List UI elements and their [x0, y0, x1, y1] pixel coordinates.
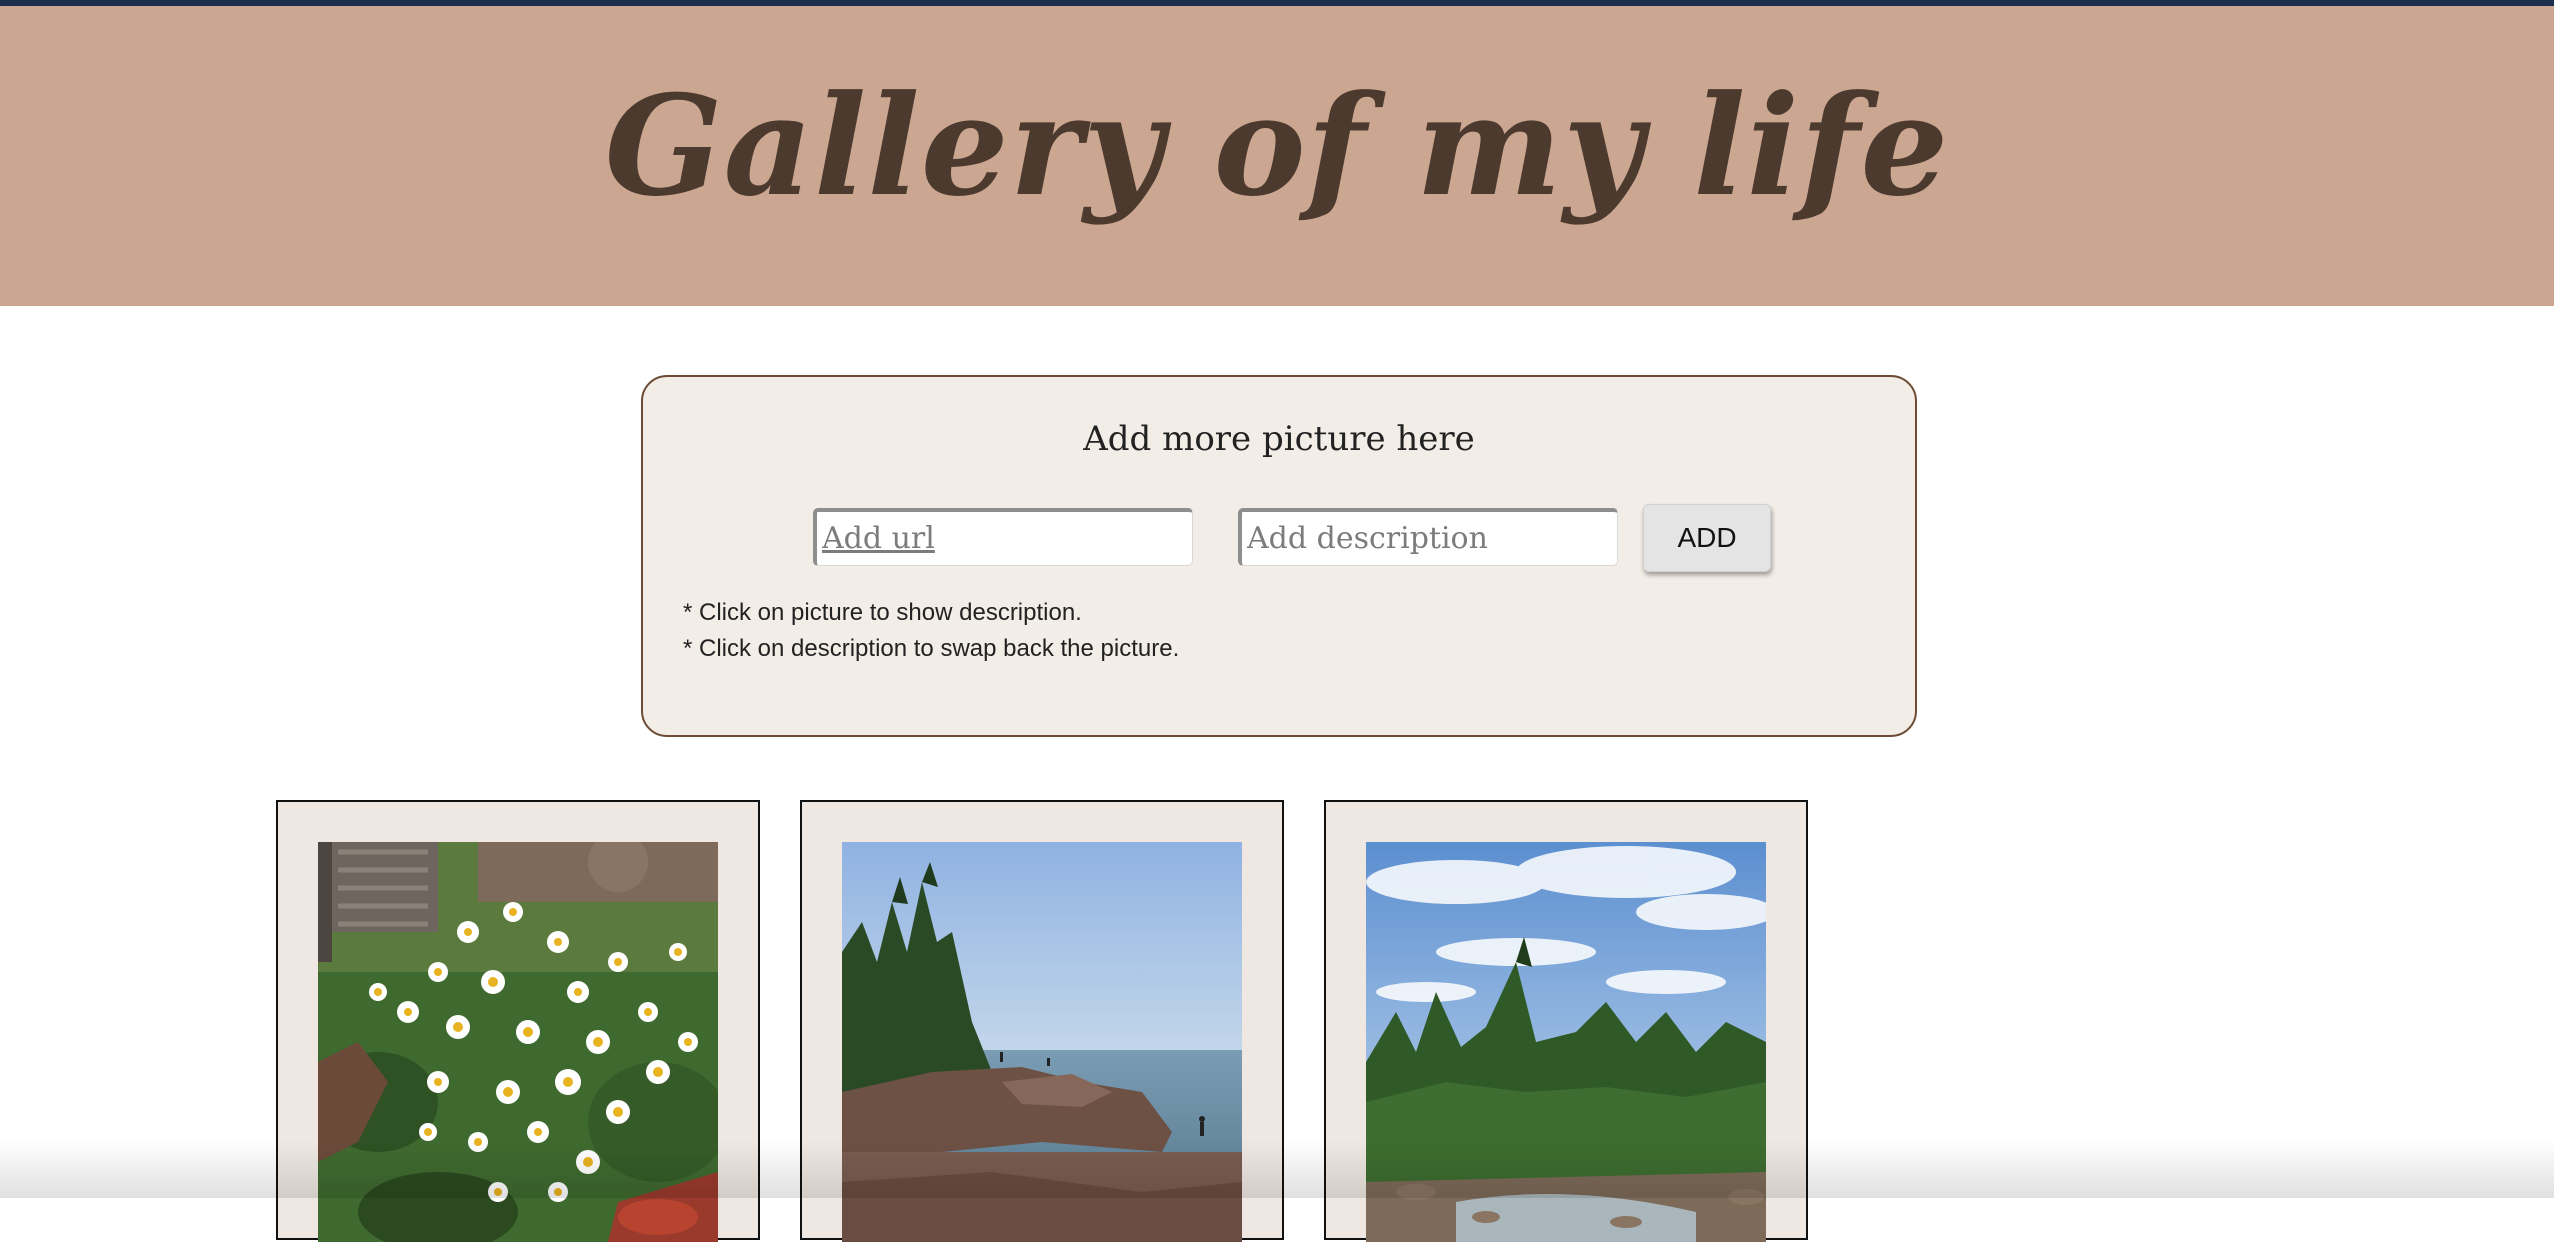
forest-river-sky-photo[interactable] [1366, 842, 1766, 1242]
hint-show-description: * Click on picture to show description. [683, 599, 1082, 626]
daisy-flowers-photo[interactable] [318, 842, 718, 1242]
hint-swap-picture: * Click on description to swap back the … [683, 635, 1180, 662]
add-picture-panel: Add more picture here ADD * Click on pic… [641, 375, 1917, 737]
add-button[interactable]: ADD [1643, 504, 1771, 572]
gallery-card[interactable] [800, 800, 1284, 1242]
add-picture-panel-title: Add more picture here [1083, 419, 1475, 459]
lake-shore-rocks-photo[interactable] [842, 842, 1242, 1242]
gallery-card[interactable] [1324, 800, 1808, 1242]
page-header: Gallery of my life [0, 6, 2554, 306]
description-input[interactable] [1238, 508, 1618, 566]
page-title: Gallery of my life [604, 64, 1950, 227]
gallery-card[interactable] [276, 800, 760, 1242]
url-input[interactable] [813, 508, 1193, 566]
